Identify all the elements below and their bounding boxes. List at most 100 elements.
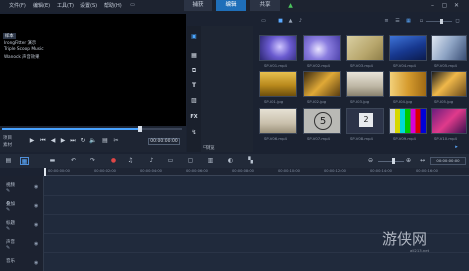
subtitle-editor-icon[interactable]: ▢ [186, 157, 195, 165]
menu-file[interactable]: 文件(F) [9, 2, 26, 9]
photo-filter-icon[interactable]: ▲ [287, 18, 294, 24]
timeline-view-icon[interactable]: ▦ [20, 157, 29, 165]
audio-filter-icon[interactable]: ♪ [297, 18, 304, 24]
media-thumbnail[interactable] [346, 35, 384, 61]
tab-share[interactable]: 共享 [250, 0, 280, 11]
clip-mode-label[interactable]: 素材 [3, 142, 12, 148]
transition-icon[interactable]: ⧉ [190, 67, 198, 75]
media-thumbnail[interactable] [431, 35, 467, 61]
maximize-icon[interactable]: ▢ [440, 1, 449, 10]
filter-icon[interactable]: FX [190, 113, 198, 121]
thumbnail-view-icon[interactable]: ▦ [405, 18, 412, 24]
media-thumbnail[interactable] [303, 71, 341, 97]
media-thumbnail[interactable] [431, 71, 467, 97]
menu-edit[interactable]: 编辑(E) [33, 2, 50, 9]
track-volume-icon[interactable]: ◉ [34, 241, 38, 247]
project-duration: 00:00:00:00 [430, 157, 466, 165]
next-icon[interactable]: ▶ [59, 137, 67, 145]
multi-camera-icon[interactable]: ▥ [206, 157, 215, 165]
folder-icon[interactable]: ▭ [201, 143, 209, 151]
close-icon[interactable]: ✕ [452, 1, 461, 10]
zoom-out-timeline-icon[interactable]: ⊖ [366, 157, 375, 165]
ruler-tick-label: 00:00:04:00 [140, 169, 162, 173]
graphic-icon[interactable]: ▨ [190, 97, 198, 105]
storyboard-view-icon[interactable]: ▤ [4, 157, 13, 165]
media-thumbnail[interactable] [431, 108, 467, 134]
media-thumbnail[interactable] [303, 35, 341, 61]
undo-icon[interactable]: ↶ [69, 157, 78, 165]
options-icon[interactable]: ▸ [453, 144, 460, 150]
track-divider [44, 195, 469, 196]
volume-icon[interactable]: 🔈 [89, 137, 97, 145]
motion-tracking-icon[interactable]: ▭ [166, 157, 175, 165]
ruler-tick-label: 00:00:12:00 [324, 169, 346, 173]
track-lock-icon[interactable]: ✎ [6, 245, 10, 251]
fit-project-icon[interactable]: ↔ [418, 157, 427, 165]
media-thumbnail[interactable] [259, 35, 297, 61]
upgrade-icon[interactable]: ▲ [286, 1, 295, 10]
track-lock-icon[interactable]: ✎ [6, 188, 10, 194]
sound-mixer-icon[interactable]: ♫ [126, 157, 135, 165]
title-icon[interactable]: T [190, 82, 198, 90]
split-screen-icon[interactable]: ▚ [246, 157, 255, 165]
minimize-icon[interactable]: – [428, 1, 437, 10]
nav-item-samples[interactable]: 样本 [3, 33, 16, 39]
media-thumbnail[interactable] [389, 35, 427, 61]
import-folder-icon[interactable]: ▭ [260, 18, 267, 24]
hd-icon[interactable]: ▤ [101, 137, 109, 145]
repeat-icon[interactable]: ↻ [79, 137, 87, 145]
split-icon[interactable]: ✂ [112, 137, 120, 145]
timecode-display[interactable]: 00:00:00:00 [148, 138, 180, 145]
track-visibility-icon[interactable]: ◉ [34, 184, 38, 190]
media-thumbnail[interactable] [259, 71, 297, 97]
media-thumbnail[interactable] [389, 108, 427, 134]
menu-help[interactable]: 帮助(H) [104, 2, 122, 9]
motion-path-icon[interactable]: ↯ [190, 129, 198, 137]
instant-project-icon[interactable]: ▦ [190, 52, 198, 60]
video-filter-icon[interactable]: ■ [277, 18, 284, 24]
zoom-out-icon[interactable]: ▫ [418, 18, 425, 24]
project-mode-label[interactable]: 项目 [3, 135, 12, 141]
timeline-zoom-slider[interactable] [378, 161, 404, 162]
nav-item-sound-effects[interactable]: Wanock 声音效果 [4, 54, 39, 60]
sort-icon[interactable]: ≡ [383, 18, 390, 24]
media-thumbnail[interactable] [259, 108, 297, 134]
track-volume-icon[interactable]: ◉ [34, 260, 38, 266]
list-view-icon[interactable]: ☰ [394, 18, 401, 24]
auto-music-icon[interactable]: ♪ [147, 157, 156, 165]
scrubber-handle[interactable] [138, 126, 142, 132]
previous-icon[interactable]: ◀ [49, 137, 57, 145]
thumbnail-size-slider[interactable] [426, 21, 452, 22]
home-icon[interactable]: ⏮ [39, 137, 47, 145]
track-visibility-icon[interactable]: ◉ [34, 222, 38, 228]
thumbnail-label: SP-V03.mp4 [350, 63, 373, 68]
preview-window[interactable] [0, 14, 186, 126]
mask-creator-icon[interactable]: ◐ [226, 157, 235, 165]
play-icon[interactable]: ▶ [28, 137, 36, 145]
timeline-track-area[interactable] [44, 176, 469, 271]
media-thumbnail[interactable] [346, 71, 384, 97]
media-thumbnail[interactable] [389, 71, 427, 97]
track-visibility-icon[interactable]: ◉ [34, 203, 38, 209]
record-icon[interactable]: ● [109, 157, 118, 165]
watermark-url: ali213.net [410, 248, 430, 253]
media-icon[interactable]: ▣ [190, 33, 198, 41]
media-thumbnail[interactable]: 5 [303, 108, 341, 134]
redo-icon[interactable]: ↷ [88, 157, 97, 165]
menu-settings[interactable]: 设置(S) [80, 2, 97, 9]
thumbnail-size-handle[interactable] [440, 19, 443, 24]
zoom-in-timeline-icon[interactable]: ⊕ [404, 157, 413, 165]
track-manager-icon[interactable]: ▬ [48, 157, 57, 165]
end-icon[interactable]: ⏭ [69, 137, 77, 145]
preview-scrubber[interactable] [2, 128, 182, 130]
zoom-in-icon[interactable]: ◻ [454, 18, 461, 24]
nav-item-triple-scoop[interactable]: Triple Scoop Music [4, 47, 44, 52]
menu-tools[interactable]: 工具(T) [57, 2, 74, 9]
media-thumbnail[interactable]: 2 [346, 108, 384, 134]
tab-edit[interactable]: 编辑 [216, 0, 246, 11]
timeline-zoom-handle[interactable] [392, 158, 395, 164]
track-lock-icon[interactable]: ✎ [6, 226, 10, 232]
nav-item-irongfitter[interactable]: IrongFitter 演示 [4, 40, 36, 46]
track-lock-icon[interactable]: ✎ [6, 207, 10, 213]
tab-capture[interactable]: 捕获 [184, 0, 212, 11]
